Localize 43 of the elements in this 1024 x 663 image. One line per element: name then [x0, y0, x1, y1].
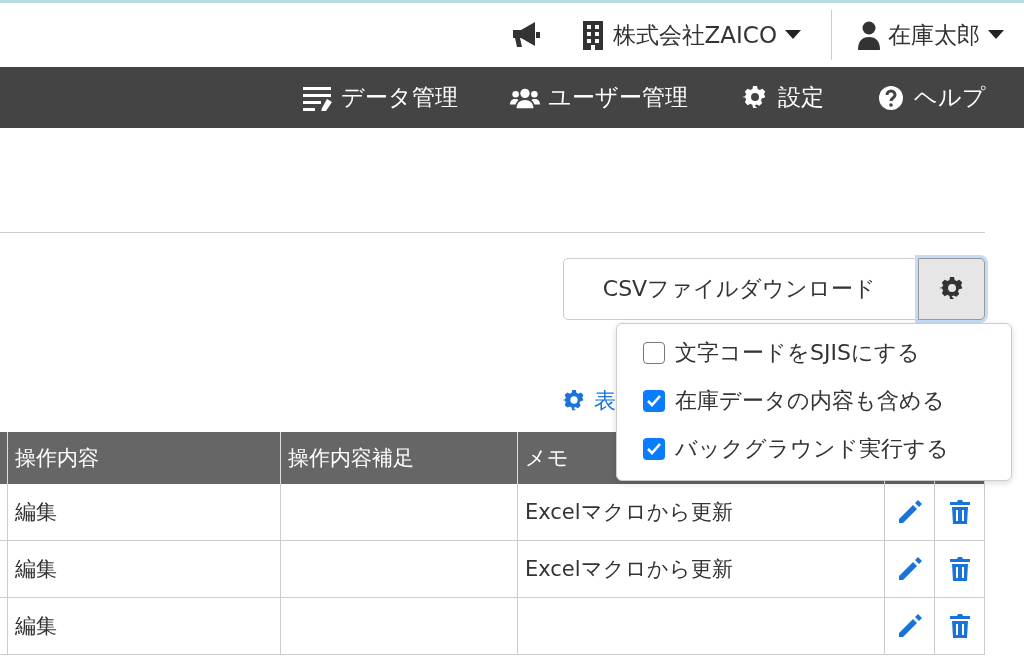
option-checkbox[interactable]: 文字コードをSJISにする — [643, 338, 1011, 368]
check-icon — [646, 441, 662, 457]
nav-item[interactable]: ヘルプ — [876, 82, 986, 113]
table-cell: Excelマクロから更新 — [518, 541, 885, 598]
option-checkbox[interactable]: 在庫データの内容も含める — [643, 386, 1011, 416]
display-settings-link[interactable]: 表 — [562, 386, 616, 416]
megaphone-icon[interactable] — [510, 20, 541, 50]
pencil-icon — [896, 613, 923, 639]
checkbox[interactable] — [643, 342, 665, 364]
column-header[interactable]: 操作内容補足 — [281, 432, 518, 484]
settings-button[interactable] — [918, 258, 985, 320]
column-header[interactable]: 操作内容 — [8, 432, 281, 484]
pencil-icon — [896, 499, 923, 525]
caret-icon — [988, 30, 1004, 40]
user-menu[interactable]: 在庫太郎 — [858, 19, 1004, 51]
edit-button[interactable] — [896, 556, 923, 582]
nav-item[interactable]: 設定 — [740, 82, 824, 113]
nav-item[interactable]: データ管理 — [303, 82, 458, 113]
option-label: 文字コードをSJISにする — [675, 339, 920, 367]
caret-icon — [785, 30, 801, 40]
company-menu[interactable]: 株式会社ZAICO — [580, 19, 801, 51]
csv-download-button[interactable]: CSVファイルダウンロード — [563, 258, 916, 320]
edit-button[interactable] — [896, 499, 923, 525]
settings-icon — [938, 276, 965, 302]
table-cell: 編集 — [8, 598, 281, 655]
table-cell: 編集 — [8, 541, 281, 598]
person-icon — [858, 20, 880, 50]
option-label: バックグラウンド実行する — [675, 435, 949, 463]
checkbox[interactable] — [643, 390, 665, 412]
building-icon — [580, 20, 605, 50]
help-icon — [876, 84, 906, 111]
edit-button[interactable] — [896, 613, 923, 639]
nav-item[interactable]: ユーザー管理 — [510, 82, 688, 113]
checkbox[interactable] — [643, 438, 665, 460]
list-icon — [303, 84, 333, 111]
table-cell: Excelマクロから更新 — [518, 484, 885, 541]
settings-icon — [562, 389, 586, 413]
option-label: 在庫データの内容も含める — [675, 387, 945, 415]
check-icon — [646, 393, 662, 409]
table-cell: 編集 — [8, 484, 281, 541]
pencil-icon — [896, 556, 923, 582]
option-checkbox[interactable]: バックグラウンド実行する — [643, 434, 1011, 464]
table-header-cell — [0, 432, 8, 484]
